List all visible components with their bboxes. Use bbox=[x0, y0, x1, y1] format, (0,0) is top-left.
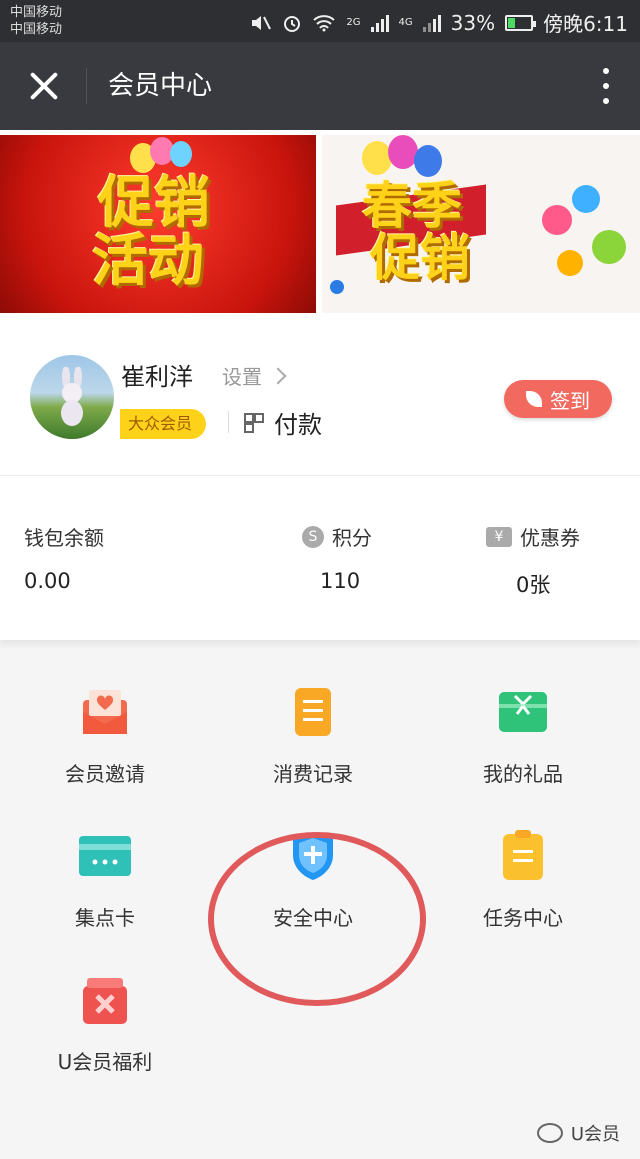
battery-icon bbox=[505, 14, 537, 31]
signal-bars-2-icon bbox=[422, 14, 441, 32]
banner-1-text-line-1: 促销 bbox=[98, 170, 210, 236]
checkin-button[interactable]: 签到 bbox=[504, 380, 612, 418]
points-coin-icon: S bbox=[302, 525, 324, 548]
pay-label: 付款 bbox=[274, 411, 322, 439]
points-label: 积分 bbox=[332, 526, 372, 550]
balloon-icon bbox=[362, 141, 392, 175]
coupons[interactable]: ¥ 优惠券 0张 bbox=[486, 522, 580, 599]
watermark-text: U会员 bbox=[570, 1124, 620, 1145]
menu-stamp-card[interactable]: 集点卡 bbox=[0, 828, 210, 931]
receipt-icon bbox=[295, 688, 331, 736]
points[interactable]: S 积分 110 bbox=[302, 522, 372, 593]
wifi-icon bbox=[313, 14, 336, 31]
gift-bag-icon bbox=[83, 978, 127, 1024]
battery-level bbox=[508, 17, 516, 28]
battery-percent: 33% bbox=[450, 10, 496, 35]
carrier-1: 中国移动 bbox=[10, 5, 63, 20]
promo-banner-carousel[interactable]: 促销 活动 春季 促销 bbox=[0, 130, 640, 313]
account-stats: 钱包余额 0.00 S 积分 110 ¥ 优惠券 0张 bbox=[0, 476, 640, 640]
splash-icon bbox=[557, 250, 583, 276]
close-icon[interactable] bbox=[22, 64, 66, 108]
menu-label: 我的礼品 bbox=[483, 762, 563, 786]
status-icons: 2G 4G 33% 傍晚6:11 bbox=[250, 8, 628, 37]
envelope-heart-icon bbox=[83, 690, 127, 734]
qr-code-icon bbox=[244, 412, 264, 433]
divider bbox=[228, 411, 229, 433]
coupon-value: 0张 bbox=[516, 573, 551, 597]
checkin-label: 签到 bbox=[550, 388, 590, 413]
banner-2-text-line-2: 促销 bbox=[370, 228, 470, 287]
card-icon bbox=[79, 836, 131, 876]
banner-slide-2[interactable]: 春季 促销 bbox=[322, 135, 640, 313]
carousel-indicator-active[interactable] bbox=[330, 280, 344, 294]
settings-link[interactable]: 设置 bbox=[222, 361, 287, 390]
gift-box-icon bbox=[499, 692, 547, 732]
splash-icon bbox=[572, 185, 600, 213]
member-level-badge: 大众会员 bbox=[120, 409, 207, 439]
page-title: 会员中心 bbox=[108, 71, 213, 101]
menu-task-center[interactable]: 任务中心 bbox=[418, 828, 628, 931]
feather-icon bbox=[526, 391, 542, 407]
banner-2-text-line-1: 春季 bbox=[362, 176, 462, 235]
clock: 傍晚6:11 bbox=[543, 12, 628, 36]
bunny-icon bbox=[61, 367, 83, 426]
network-2g-label: 2G bbox=[346, 17, 361, 28]
menu-member-invite[interactable]: 会员邀请 bbox=[0, 684, 210, 787]
points-value: 110 bbox=[320, 569, 361, 593]
network-4g-label: 4G bbox=[398, 17, 413, 28]
banner-slide-1[interactable]: 促销 活动 bbox=[0, 135, 316, 313]
title-divider bbox=[86, 68, 87, 104]
menu-label: U会员福利 bbox=[57, 1050, 153, 1074]
banner-1-text-line-2: 活动 bbox=[92, 228, 204, 294]
wechat-icon bbox=[536, 1123, 563, 1143]
wallet-value: 0.00 bbox=[24, 569, 71, 593]
title-bar: 会员中心 bbox=[0, 42, 640, 130]
menu-label: 消费记录 bbox=[273, 762, 353, 786]
menu-label: 会员邀请 bbox=[65, 762, 145, 786]
balloon-icon bbox=[170, 141, 192, 167]
mute-icon bbox=[252, 15, 272, 30]
status-bar: 中国移动 中国移动 2G 4G 33% 傍晚6:11 bbox=[0, 0, 640, 42]
watermark: U会员 bbox=[536, 1120, 620, 1146]
clipboard-icon bbox=[503, 830, 543, 880]
menu-my-gifts[interactable]: 我的礼品 bbox=[418, 684, 628, 787]
wallet-balance[interactable]: 钱包余额 0.00 bbox=[24, 522, 104, 593]
splash-icon bbox=[542, 205, 572, 235]
menu-u-member-benefits[interactable]: U会员福利 bbox=[0, 972, 210, 1075]
splash-icon bbox=[592, 230, 626, 264]
menu-label: 集点卡 bbox=[75, 906, 135, 930]
chevron-right-icon bbox=[269, 367, 287, 384]
profile-card: 崔利洋 设置 大众会员 付款 签到 bbox=[0, 313, 640, 476]
highlight-ring-annotation bbox=[208, 832, 426, 1006]
more-vertical-icon[interactable] bbox=[600, 68, 612, 104]
signal-bars-icon bbox=[370, 14, 389, 32]
menu-consumption-record[interactable]: 消费记录 bbox=[208, 684, 418, 787]
menu-label: 任务中心 bbox=[483, 906, 563, 930]
coupon-label: 优惠券 bbox=[520, 526, 580, 550]
avatar[interactable] bbox=[30, 355, 114, 439]
user-name: 崔利洋 bbox=[121, 363, 193, 391]
coupon-yen-icon: ¥ bbox=[486, 526, 512, 547]
carrier-2: 中国移动 bbox=[10, 22, 63, 37]
alarm-icon bbox=[284, 15, 301, 32]
pay-button[interactable]: 付款 bbox=[244, 405, 322, 440]
settings-label: 设置 bbox=[222, 365, 262, 389]
balloon-icon bbox=[414, 145, 442, 177]
carrier-names: 中国移动 中国移动 bbox=[10, 4, 62, 38]
wallet-label: 钱包余额 bbox=[24, 526, 104, 550]
